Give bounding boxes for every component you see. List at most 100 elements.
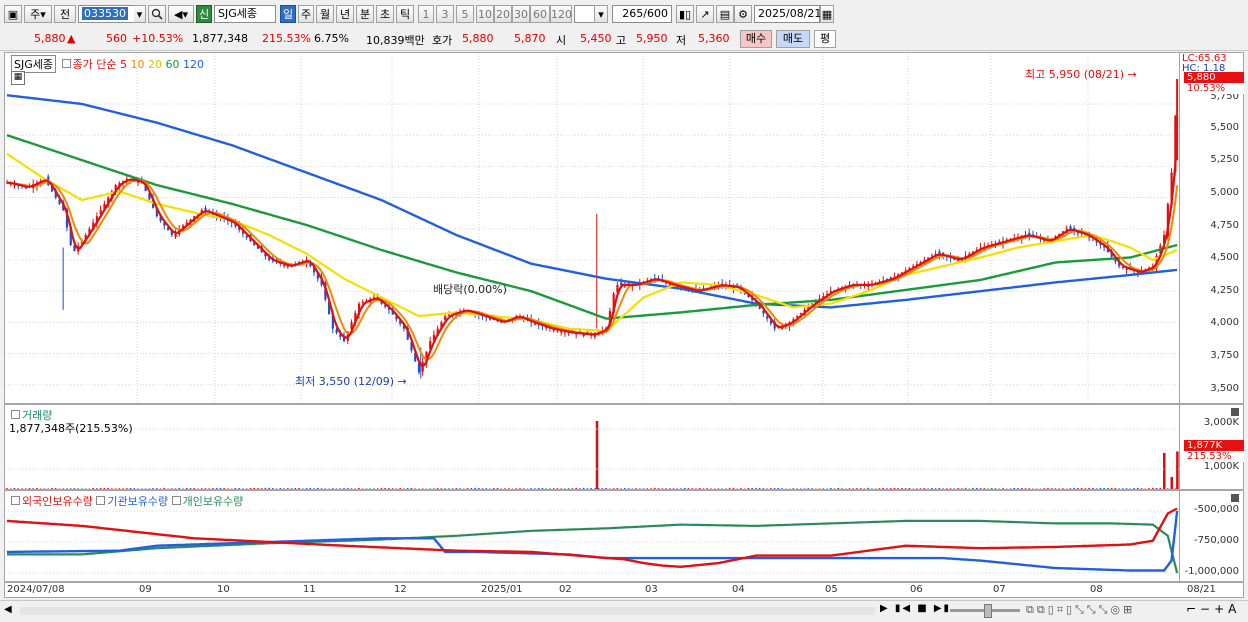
minute-20[interactable]: 20 [494, 5, 512, 23]
period-year[interactable]: 년 [336, 5, 354, 23]
volume-bar [171, 488, 173, 489]
volume-bar [351, 488, 353, 489]
volume-bar [879, 488, 881, 489]
playback-controls[interactable]: ▶ ▮◀ ■ ▶▮ [880, 603, 951, 614]
volume-bar [661, 488, 663, 489]
count-field[interactable]: 265/600 [612, 5, 672, 23]
scroll-track[interactable] [20, 607, 875, 615]
volume-bar [575, 488, 577, 489]
volume-bar [564, 488, 566, 489]
volume-bar [493, 488, 495, 489]
custom-period-dropdown-icon[interactable]: ▾ [594, 5, 608, 23]
settings-gear-icon[interactable]: ⚙ [734, 5, 752, 23]
zoom-slider-handle[interactable] [984, 604, 992, 618]
volume-bar [478, 488, 480, 489]
minute-3[interactable]: 3 [436, 5, 454, 23]
volume-bar [474, 488, 476, 489]
y-tick: 4,000 [1210, 317, 1239, 328]
institution-line [7, 511, 1177, 571]
volume-bar [242, 488, 244, 489]
holdings-pane[interactable]: 외국인보유수량 기관보유수량 개인보유수량 [4, 490, 1180, 582]
volume-pane[interactable]: 거래량 1,877,348주(215.53%) [4, 404, 1180, 490]
grid-toggle-icon[interactable]: ▦ [11, 71, 25, 85]
avg-button[interactable]: 평 [814, 30, 836, 48]
volume-bar [253, 488, 255, 489]
market-label: 주 [30, 8, 40, 21]
minute-120[interactable]: 120 [550, 5, 572, 23]
period-week[interactable]: 주 [298, 5, 314, 23]
volume-bar [298, 488, 300, 489]
minute-30[interactable]: 30 [512, 5, 530, 23]
volume-bar [1025, 488, 1027, 489]
pane-close-icon[interactable] [1231, 408, 1239, 416]
search-icon[interactable] [148, 5, 166, 23]
volume-bar [538, 488, 540, 489]
volume-bar [175, 488, 177, 489]
minute-5[interactable]: 5 [456, 5, 474, 23]
tool-icons[interactable]: ⧉⧉▯⌗▯⤡⤡⤡◎⊞ [1026, 603, 1135, 617]
minute-10[interactable]: 10 [476, 5, 494, 23]
volume-spike [596, 421, 599, 489]
volume-bar [755, 488, 757, 489]
volume-bar [1010, 488, 1012, 489]
candle-body [336, 330, 338, 333]
volume-bar [261, 488, 263, 489]
period-month[interactable]: 월 [316, 5, 334, 23]
sell-button[interactable]: 매도 [776, 30, 810, 48]
volume-bar [74, 488, 76, 489]
x-tick: 03 [645, 584, 658, 595]
up-arrow-icon: ▲ [67, 32, 75, 45]
calendar-icon[interactable]: ▦ [820, 5, 834, 23]
price-chart-svg [5, 53, 1180, 404]
volume-bar [119, 488, 121, 489]
volume-bar [471, 488, 473, 489]
volume-bar [778, 488, 780, 489]
volume-bar [414, 488, 416, 489]
period-minute[interactable]: 분 [356, 5, 374, 23]
volume-bar [321, 488, 323, 489]
zoom-buttons[interactable]: ⌐−+A [1186, 602, 1240, 616]
volume-bar [317, 488, 319, 489]
pane-close-icon[interactable] [1231, 494, 1239, 502]
volume-bar [774, 488, 776, 489]
prev-button[interactable]: 전 [54, 5, 76, 23]
candle-type-icon[interactable]: ▮▯ [676, 5, 694, 23]
scroll-left-icon[interactable]: ◀ [4, 604, 12, 615]
x-tick: 12 [394, 584, 407, 595]
x-tick: 07 [993, 584, 1006, 595]
price-chart-pane[interactable]: SJG세종 종가 단순 5 10 20 60 120 ▦ 최고 5,950 (0… [4, 52, 1180, 404]
volume-bar [568, 488, 570, 489]
sound-icon[interactable]: ◀▾ [168, 5, 194, 23]
period-second[interactable]: 초 [376, 5, 394, 23]
ma5-line [7, 142, 1177, 366]
stock-name-field[interactable]: SJG세종 [214, 5, 276, 23]
volume-bar [590, 488, 592, 489]
foreign-line [7, 509, 1177, 567]
period-tick[interactable]: 틱 [396, 5, 414, 23]
window-icon[interactable]: ▣ [4, 5, 22, 23]
code-input[interactable]: 033530 [78, 5, 138, 23]
volume-bar [1055, 488, 1057, 489]
volume-bar [104, 488, 106, 489]
save-icon[interactable]: ▤ [716, 5, 734, 23]
volume-bar [804, 488, 806, 489]
code-dropdown-icon[interactable]: ▾ [134, 5, 146, 23]
market-select[interactable]: 주▾ [24, 5, 52, 23]
volume-bar [620, 488, 622, 489]
legend-box-icon [11, 496, 20, 505]
x-tick: 08 [1090, 584, 1103, 595]
date-field[interactable]: 2025/08/21 [754, 5, 820, 23]
volume-bar [17, 488, 19, 489]
credit-badge[interactable]: 신 [196, 5, 212, 23]
buy-button[interactable]: 매수 [740, 30, 772, 48]
draw-tool-icon[interactable]: ↗ [696, 5, 714, 23]
current-price: 5,880 [34, 32, 66, 45]
minute-60[interactable]: 60 [530, 5, 550, 23]
volume-bar [280, 488, 282, 489]
period-day[interactable]: 일 [280, 5, 296, 23]
volume-bar [729, 488, 731, 489]
volume-bar [429, 488, 431, 489]
minute-1[interactable]: 1 [418, 5, 434, 23]
volume-bar [1017, 488, 1019, 489]
volume-bar [706, 488, 708, 489]
